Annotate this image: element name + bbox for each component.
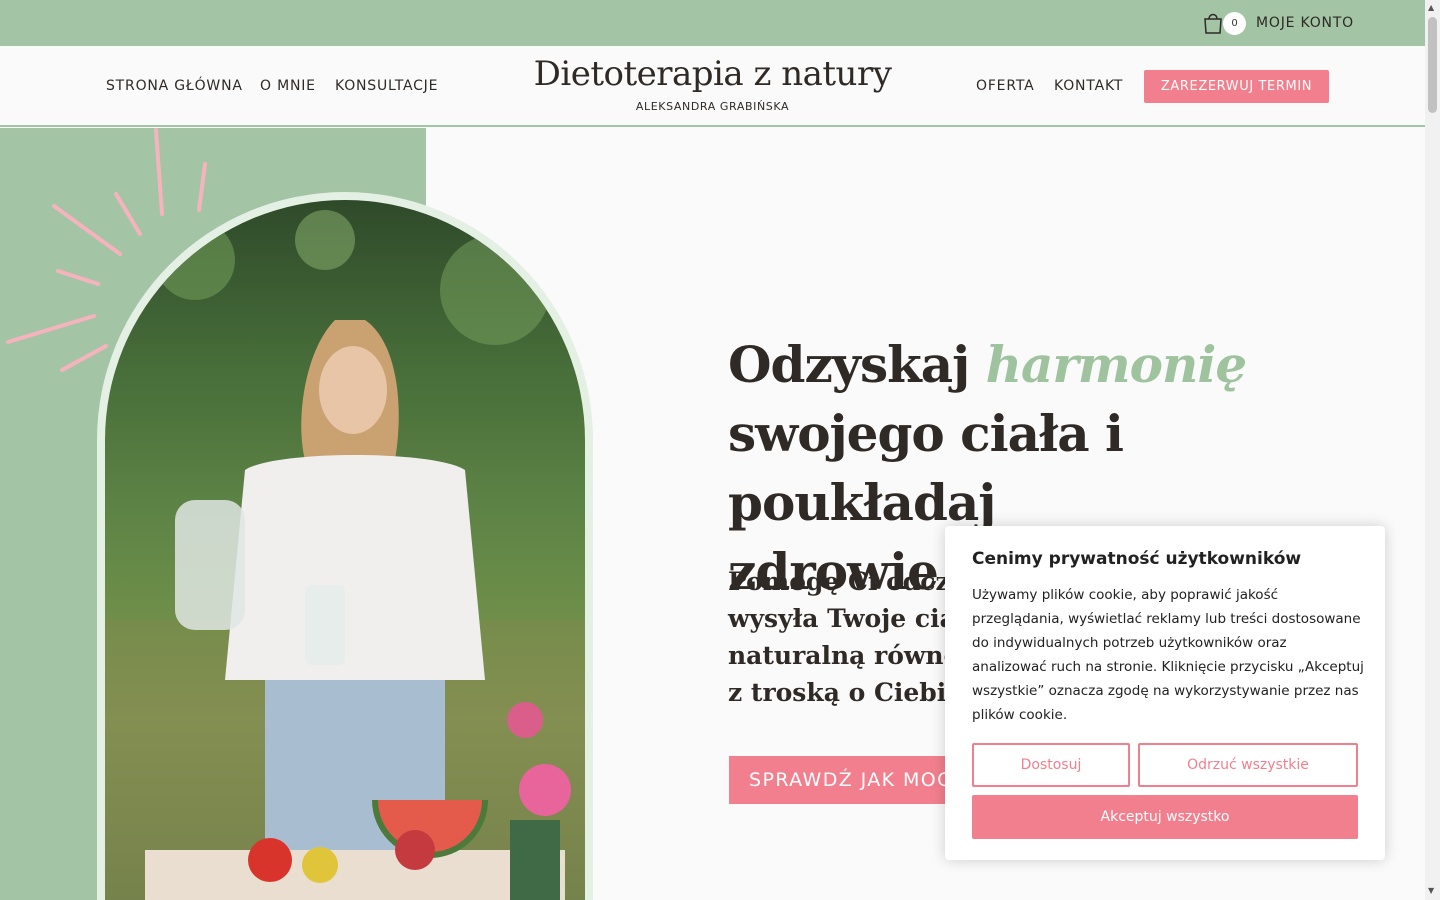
cookie-description: Używamy plików cookie, aby poprawić jako… [972,587,1364,723]
page-scrollbar[interactable]: ▲ ▼ [1425,0,1440,900]
cookie-customize-button[interactable]: Dostosuj [972,743,1130,787]
hero-photo [105,200,585,900]
cookie-accept-all-button[interactable]: Akceptuj wszystko [972,795,1358,839]
shopping-bag-icon[interactable] [1203,12,1223,34]
nav-link-offer[interactable]: OFERTA [976,78,1034,94]
hero-heading-line2: swojego ciała i poukładaj [728,404,1124,532]
hero-subheading-line: naturalną równov [728,641,975,670]
scrollbar-thumb[interactable] [1428,17,1437,113]
scroll-up-arrow-icon[interactable]: ▲ [1428,3,1434,12]
cart-count-badge[interactable]: 0 [1223,12,1246,35]
book-appointment-button[interactable]: ZAREZERWUJ TERMIN [1144,70,1329,103]
my-account-link[interactable]: MOJE KONTO [1256,15,1354,31]
hero-subheading-line: Pomogę Ci odczyt [728,567,976,596]
nav-link-contact[interactable]: KONTAKT [1054,78,1123,94]
hero-heading-accent: harmonię [985,335,1248,394]
cookie-consent-dialog: Cenimy prywatność użytkowników Używamy p… [945,526,1385,860]
main-navigation: STRONA GŁÓWNA O MNIE KONSULTACJE Dietote… [0,46,1425,127]
scroll-down-arrow-icon[interactable]: ▼ [1428,886,1434,895]
hero-subheading-line: wysyła Twoje ciał [728,604,966,633]
cookie-reject-all-button[interactable]: Odrzuć wszystkie [1138,743,1358,787]
hero-heading-prefix: Odzyskaj [728,335,970,394]
cookie-title: Cenimy prywatność użytkowników [972,549,1302,569]
top-bar: 0 MOJE KONTO [0,0,1425,46]
